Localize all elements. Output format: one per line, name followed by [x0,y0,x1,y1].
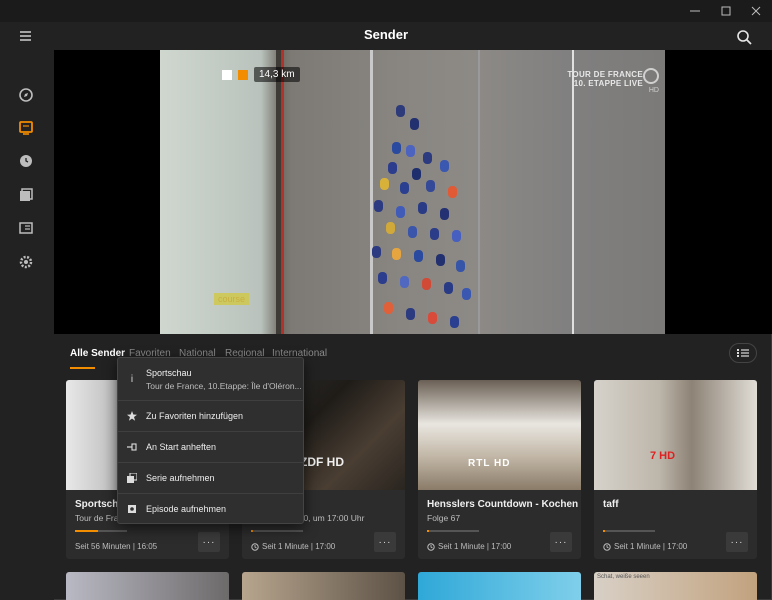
broadcaster-logo-icon [643,68,659,84]
card-thumbnail: RTL HD [418,380,581,490]
card-progress-track [251,530,303,532]
card-progress-track [75,530,127,532]
channel-card-peek[interactable] [242,572,405,600]
tv-channels-icon [19,121,33,135]
search-button[interactable] [734,27,754,47]
menu-item-add-favorite[interactable]: Zu Favoriten hinzufügen [118,400,303,430]
context-menu-subtitle: Tour de France, 10.Etappe: Île d'Oléron.… [146,380,302,391]
close-button[interactable] [741,3,771,19]
channel-card-peek[interactable] [66,572,229,600]
distance-readout: 14,3 km [254,67,300,82]
menu-item-label: Serie aufnehmen [146,472,215,483]
channel-logo: RTL HD [468,458,511,469]
checkered-flag-icon [222,69,232,80]
channel-logo: 7 HD [650,450,676,462]
video-player[interactable]: 14,3 km TOUR DE FRANCE 10. ETAPPE LIVE H… [54,50,772,334]
menu-item-record-series[interactable]: Serie aufnehmen [118,462,303,492]
explore-icon [19,88,33,102]
card-airtime: Seit 1 Minute | 17:00 [251,542,335,551]
context-menu-title: Sportschau [146,367,192,378]
card-airtime: Seit 1 Minute | 17:00 [427,542,511,551]
video-frame: 14,3 km TOUR DE FRANCE 10. ETAPPE LIVE H… [160,50,665,334]
card-more-button[interactable]: ··· [374,532,396,552]
menu-item-record-episode[interactable]: Episode aufnehmen [118,493,303,523]
list-view-toggle-button[interactable] [729,343,757,363]
sidebar-item-recent[interactable] [15,150,37,172]
channel-card-peek[interactable]: Schat, weiße seeen [594,572,757,600]
active-tab-indicator [70,367,95,369]
card-progress-track [427,530,479,532]
search-icon [737,30,752,45]
star-icon [127,410,137,421]
course-overlay: course [214,293,250,305]
menu-item-pin-start[interactable]: An Start anheften [118,431,303,461]
overlay-hd-label: HD [648,87,659,94]
overlay-line-1: TOUR DE FRANCE [567,70,643,79]
menu-item-label: Zu Favoriten hinzufügen [146,410,244,421]
channel-card-peek[interactable] [418,572,581,600]
app-header: Sender [0,22,772,50]
library-icon [20,188,33,201]
sidebar [0,50,54,600]
card-airtime: Seit 1 Minute | 17:00 [603,542,687,551]
card-subtitle: 020, um 17:00 Uhr [294,513,365,523]
window-titlebar [0,0,772,22]
series-record-icon [127,472,137,483]
pin-icon [127,442,137,451]
card-airtime-text: Seit 1 Minute | 17:00 [438,542,512,551]
card-progress-bar [251,530,253,532]
peek-card-text: Schat, weiße seeen [597,574,650,580]
episode-record-icon [128,504,136,513]
card-progress-bar [603,530,605,532]
channel-card[interactable]: 7 HD taff Seit 1 Minute | 17:00 ··· [594,380,757,559]
sidebar-item-channels[interactable] [15,117,37,139]
context-menu: i Sportschau Tour de France, 10.Etappe: … [117,357,304,524]
recordings-icon [19,222,33,234]
menu-item-label: Episode aufnehmen [146,503,227,514]
settings-icon [19,255,33,269]
sidebar-item-explore[interactable] [15,84,37,106]
broadcast-overlay: TOUR DE FRANCE 10. ETAPPE LIVE [567,70,643,88]
info-icon: i [130,373,134,385]
sidebar-item-settings[interactable] [15,251,37,273]
minimize-icon [690,10,700,12]
channel-card[interactable]: RTL HD Hensslers Countdown - Kochen Folg… [418,380,581,559]
clock-icon [603,542,611,551]
card-progress-track [603,530,655,532]
clock-icon [20,155,32,167]
card-thumbnail: 7 HD [594,380,757,490]
card-subtitle: Folge 67 [427,513,461,523]
card-more-button[interactable]: ··· [198,532,220,552]
card-progress-bar [75,530,99,532]
maximize-button[interactable] [711,3,741,19]
card-airtime: Seit 56 Minuten | 16:05 [75,542,157,551]
clock-icon [427,542,435,551]
card-airtime-text: Seit 56 Minuten | 16:05 [75,542,158,551]
overlay-line-2: 10. ETAPPE LIVE [573,79,643,88]
page-title: Sender [363,27,409,42]
minimize-button[interactable] [680,3,710,19]
jersey-icon [238,69,248,80]
context-menu-header[interactable]: i Sportschau Tour de France, 10.Etappe: … [118,358,303,400]
card-airtime-text: Seit 1 Minute | 17:00 [262,542,336,551]
sidebar-item-library[interactable] [15,184,37,206]
maximize-icon [721,6,731,16]
close-icon [751,6,761,16]
card-title: Hensslers Countdown - Kochen [427,499,579,510]
card-more-button[interactable]: ··· [726,532,748,552]
sidebar-item-recordings[interactable] [15,217,37,239]
clock-icon [251,542,259,551]
channel-logo: ZDF HD [300,455,344,469]
card-progress-bar [427,530,429,532]
menu-item-label: An Start anheften [146,441,217,452]
list-view-icon [737,349,749,357]
card-title: taff [603,499,619,510]
card-airtime-text: Seit 1 Minute | 17:00 [614,542,688,551]
card-more-button[interactable]: ··· [550,532,572,552]
stage-distance-overlay: 14,3 km [222,67,300,82]
